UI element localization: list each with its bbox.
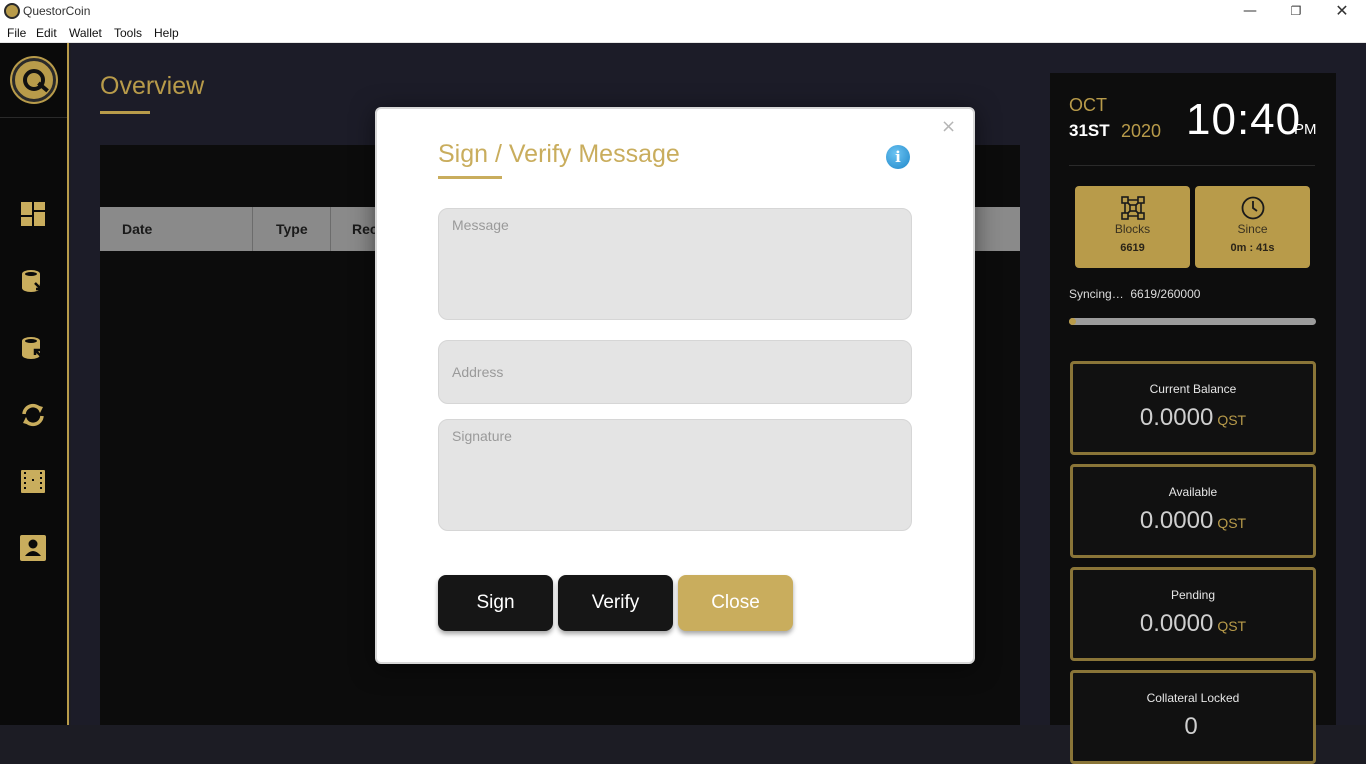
sign-button[interactable]: Sign bbox=[438, 575, 553, 631]
window-title: QuestorCoin bbox=[23, 4, 91, 18]
balance-value: 0.0000 QST bbox=[1073, 610, 1313, 638]
date-day: 31ST bbox=[1069, 121, 1110, 140]
balance-value: 0 bbox=[1073, 713, 1313, 741]
menu-bar: File Edit Wallet Tools Help bbox=[0, 23, 1366, 43]
status-panel: OCT 31ST 2020 10:40 PM Blocks 6619 Since… bbox=[1050, 73, 1336, 764]
clock-ampm: PM bbox=[1294, 121, 1317, 138]
balance-label: Available bbox=[1168, 485, 1218, 499]
menu-file[interactable]: File bbox=[7, 26, 26, 40]
date-month: OCT bbox=[1069, 95, 1107, 115]
clock-icon bbox=[1241, 196, 1265, 220]
clock-time: 10:40 bbox=[1186, 95, 1302, 144]
dialog-title-underline bbox=[438, 176, 502, 179]
balance-label: Collateral Locked bbox=[1146, 691, 1240, 705]
column-header-recipient[interactable]: Rec bbox=[352, 221, 378, 237]
balance-label: Pending bbox=[1170, 588, 1216, 602]
balance-unit: QST bbox=[1217, 412, 1247, 428]
pending-balance-card: Pending 0.0000 QST bbox=[1070, 567, 1316, 661]
maximize-button[interactable]: ❐ bbox=[1273, 0, 1319, 23]
message-input[interactable] bbox=[438, 208, 912, 320]
dashboard-icon[interactable] bbox=[19, 200, 47, 228]
balance-amount: 0.0000 bbox=[1139, 610, 1214, 637]
contacts-icon[interactable] bbox=[19, 534, 47, 562]
verify-button[interactable]: Verify bbox=[558, 575, 673, 631]
app-logo-icon bbox=[4, 3, 20, 19]
column-header-date[interactable]: Date bbox=[122, 221, 152, 237]
signature-input[interactable] bbox=[438, 419, 912, 531]
close-window-button[interactable]: ✕ bbox=[1319, 0, 1365, 23]
blocks-label: Blocks bbox=[1114, 222, 1151, 236]
sync-label: Syncing… bbox=[1069, 287, 1124, 301]
menu-tools[interactable]: Tools bbox=[114, 26, 142, 40]
blocks-tile: Blocks 6619 bbox=[1075, 186, 1190, 268]
menu-wallet[interactable]: Wallet bbox=[69, 26, 102, 40]
sidebar-divider bbox=[0, 117, 67, 118]
sidebar bbox=[0, 43, 69, 725]
balance-value: 0.0000 QST bbox=[1073, 507, 1313, 535]
balance-value: 0.0000 QST bbox=[1073, 404, 1313, 432]
menu-help[interactable]: Help bbox=[154, 26, 179, 40]
column-divider bbox=[252, 207, 253, 251]
balance-unit: QST bbox=[1217, 515, 1247, 531]
balance-amount: 0.0000 bbox=[1139, 507, 1214, 534]
sync-progress-fill bbox=[1069, 318, 1077, 325]
blocks-value: 6619 bbox=[1120, 242, 1145, 254]
balance-amount: 0.0000 bbox=[1139, 404, 1214, 431]
transactions-icon[interactable] bbox=[19, 467, 47, 495]
sync-progress-text: 6619/260000 bbox=[1130, 287, 1201, 301]
sign-verify-dialog: × Sign / Verify Message i Sign Verify Cl… bbox=[375, 107, 975, 664]
balance-unit: QST bbox=[1217, 618, 1247, 634]
date-year: 2020 bbox=[1121, 121, 1162, 141]
panel-divider bbox=[1069, 165, 1315, 166]
dialog-close-icon[interactable]: × bbox=[941, 116, 956, 137]
balance-label: Current Balance bbox=[1149, 382, 1237, 396]
since-label: Since bbox=[1237, 222, 1268, 236]
available-balance-card: Available 0.0000 QST bbox=[1070, 464, 1316, 558]
send-coins-icon[interactable] bbox=[19, 267, 47, 295]
since-value: 0m : 41s bbox=[1230, 242, 1275, 254]
close-button[interactable]: Close bbox=[678, 575, 793, 631]
collateral-locked-card: Collateral Locked 0 bbox=[1070, 670, 1316, 764]
balance-amount: 0 bbox=[1184, 713, 1198, 740]
sync-status: Syncing… 6619/260000 bbox=[1069, 287, 1200, 301]
sync-progress-bar bbox=[1069, 318, 1316, 325]
dialog-title: Sign / Verify Message bbox=[438, 140, 680, 168]
column-divider bbox=[330, 207, 331, 251]
address-input[interactable] bbox=[438, 340, 912, 404]
sync-icon[interactable] bbox=[19, 401, 47, 429]
questorcoin-logo-icon bbox=[12, 58, 56, 102]
title-underline bbox=[100, 111, 150, 114]
menu-edit[interactable]: Edit bbox=[36, 26, 57, 40]
title-bar: QuestorCoin — ❐ ✕ bbox=[0, 0, 1366, 23]
column-header-type[interactable]: Type bbox=[276, 221, 308, 237]
minimize-button[interactable]: — bbox=[1227, 0, 1273, 23]
current-balance-card: Current Balance 0.0000 QST bbox=[1070, 361, 1316, 455]
since-tile: Since 0m : 41s bbox=[1195, 186, 1310, 268]
receive-coins-icon[interactable] bbox=[19, 334, 47, 362]
page-title: Overview bbox=[100, 72, 205, 100]
blockchain-icon bbox=[1121, 196, 1145, 220]
info-icon[interactable]: i bbox=[886, 145, 910, 169]
